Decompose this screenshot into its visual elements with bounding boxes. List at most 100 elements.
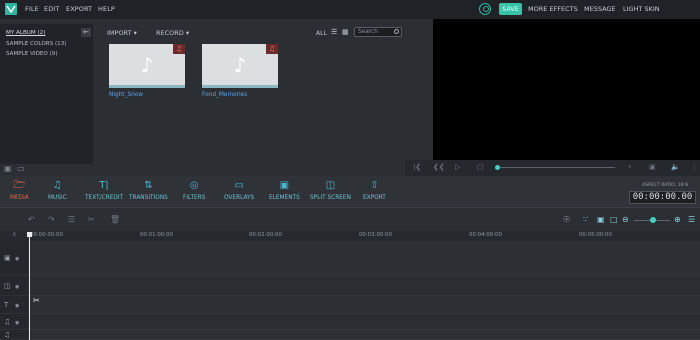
eye-icon[interactable]: ◉ — [15, 284, 19, 290]
text-track-icon: T — [4, 301, 9, 309]
playback-controls: |❮ ❮❮ ▷ □ ⚬ ▣ 🔈 ⋮ — [405, 160, 700, 176]
voiceover-mic-icon[interactable]: ⚬ — [627, 163, 633, 171]
camera-icon[interactable]: ▭ — [17, 164, 25, 173]
list-view-icon[interactable]: ☰ — [331, 28, 337, 36]
audio-badge-icon: ♫ — [173, 44, 185, 54]
media-thumb-night-snow[interactable]: ♪ ♫ — [109, 44, 185, 88]
more-effects-link[interactable]: MORE EFFECTS — [528, 5, 578, 13]
media-thumb-fond-memories[interactable]: ♪ ♫ — [202, 44, 278, 88]
stop-icon[interactable]: □ — [477, 163, 484, 171]
play-icon[interactable]: ▷ — [455, 163, 460, 171]
overlays-icon: ▭ — [234, 180, 244, 191]
cut-icon[interactable]: ✂ — [88, 215, 95, 224]
media-tools: ▣ ▭ — [4, 164, 25, 173]
playback-knob[interactable] — [495, 165, 500, 170]
playhead[interactable] — [29, 236, 30, 340]
album-sample-video[interactable]: SAMPLE VIDEO (9) — [6, 51, 58, 57]
audio-track-icon: ♫ — [4, 331, 11, 339]
timeline-lock-icon[interactable]: ⚓ — [12, 232, 17, 238]
filter-all[interactable]: ALL — [316, 30, 327, 37]
tab-split-screen[interactable]: ◫ SPLIT SCREEN — [310, 180, 351, 201]
track-head-overlay: ◫ ◉ — [0, 276, 28, 296]
album-sample-colors[interactable]: SAMPLE COLORS (13) — [6, 41, 66, 47]
adjust-icon[interactable]: ☰ — [68, 215, 75, 224]
tab-elements[interactable]: ▣ ELEMENTS — [269, 180, 300, 201]
audio-mixer-icon[interactable]: ∵ — [583, 215, 588, 224]
rewind-icon[interactable]: ❮❮ — [433, 163, 445, 171]
audio-track[interactable] — [28, 330, 700, 340]
track-head-video: ▣ ◉ — [0, 241, 28, 276]
music-track[interactable] — [28, 314, 700, 330]
scissors-icon[interactable]: ✂ — [33, 296, 40, 305]
text-track[interactable] — [28, 296, 700, 314]
zoom-knob[interactable] — [650, 217, 656, 223]
timeline-toolbar: ↶ ↷ ☰ ✂ 🗑 ☉ ∵ ▣ □ ⊖ ⊕ ☰ — [0, 207, 700, 231]
filters-icon: ◎ — [189, 180, 199, 191]
delete-icon[interactable]: 🗑 — [110, 215, 120, 224]
message-link[interactable]: MESSAGE — [584, 5, 616, 13]
track-head-audio: ♫ — [0, 330, 28, 340]
album-my-album[interactable]: MY ALBUM (2) — [6, 30, 45, 36]
eye-icon[interactable]: ◉ — [15, 256, 19, 262]
step-back-icon[interactable]: |❮ — [413, 163, 421, 171]
fullscreen-icon[interactable]: ⋮ — [691, 163, 698, 171]
collapse-sidebar-button[interactable]: ← — [81, 28, 91, 37]
track-manager-icon[interactable]: ☰ — [688, 215, 695, 224]
tab-transitions[interactable]: ⇅ TRANSITIONS — [129, 180, 168, 201]
volume-icon[interactable]: ◉ — [15, 320, 19, 326]
overlay-track[interactable] — [28, 276, 700, 296]
record-dropdown[interactable]: RECORD ▾ — [156, 29, 189, 37]
overlay-track-icon: ◫ — [4, 282, 11, 290]
main-toolbar: 🗁 MEDIA ♫ MUSIC T| TEXT/CREDIT ⇅ TRANSIT… — [0, 176, 700, 207]
volume-icon[interactable]: 🔈 — [671, 163, 680, 171]
timeline-ruler[interactable]: ⚓ 00:00:00:00 00:01:00:00 00:02:00:00 00… — [0, 231, 700, 241]
user-icon[interactable] — [479, 3, 491, 15]
snapshot-tl-icon[interactable]: ▣ — [597, 215, 605, 224]
menu-export[interactable]: EXPORT — [66, 5, 92, 13]
tab-export-label: EXPORT — [363, 195, 386, 201]
light-skin-link[interactable]: LIGHT SKIN — [623, 5, 660, 13]
record-label: RECORD — [156, 29, 184, 37]
save-button[interactable]: SAVE — [499, 3, 522, 15]
media-label: Fond_Memories — [202, 92, 248, 98]
media-label: Night_Snow — [109, 92, 144, 98]
menu-edit[interactable]: EDIT — [44, 5, 59, 13]
add-media-icon[interactable]: ▣ — [4, 164, 12, 173]
album-sidebar: MY ALBUM (2) SAMPLE COLORS (13) SAMPLE V… — [0, 24, 93, 164]
tab-export[interactable]: ⇧ EXPORT — [363, 180, 386, 201]
audio-badge-icon: ♫ — [266, 44, 278, 54]
search-placeholder: Search — [358, 29, 378, 35]
import-dropdown[interactable]: IMPORT ▾ — [107, 29, 137, 37]
export-icon: ⇧ — [370, 180, 379, 191]
search-input[interactable]: Search — [354, 27, 402, 37]
folder-icon: 🗁 — [13, 180, 26, 191]
ruler-tick: 00:03:00:00 — [359, 232, 392, 238]
tab-text-credit[interactable]: T| TEXT/CREDIT — [85, 180, 123, 201]
speed-icon[interactable]: ☉ — [563, 215, 570, 224]
tab-elements-label: ELEMENTS — [269, 195, 300, 201]
video-track[interactable] — [28, 241, 700, 276]
tab-media[interactable]: 🗁 MEDIA — [5, 176, 34, 205]
menu-file[interactable]: FILE — [25, 5, 39, 13]
tab-music[interactable]: ♫ MUSIC — [48, 180, 67, 201]
tab-overlays-label: OVERLAYS — [224, 195, 255, 201]
aspect-ratio-label[interactable]: ASPECT RATIO: 16:9 — [642, 183, 688, 188]
tab-transitions-label: TRANSITIONS — [129, 195, 168, 201]
undo-icon[interactable]: ↶ — [28, 215, 35, 224]
playback-progress-bar[interactable] — [497, 167, 615, 168]
redo-icon[interactable]: ↷ — [48, 215, 55, 224]
track-head-text: T ◉ — [0, 296, 28, 314]
zoom-fit-icon[interactable]: □ — [610, 215, 618, 224]
menu-help[interactable]: HELP — [98, 5, 115, 13]
zoom-in-icon[interactable]: ⊕ — [674, 215, 681, 224]
tab-overlays[interactable]: ▭ OVERLAYS — [224, 180, 254, 201]
tab-filters[interactable]: ◎ FILTERS — [183, 180, 205, 201]
grid-view-icon[interactable]: ▦ — [342, 28, 349, 36]
zoom-out-icon[interactable]: ⊖ — [622, 215, 629, 224]
media-library: IMPORT ▾ RECORD ▾ ALL ☰ ▦ Search ♪ ♫ Nig… — [95, 24, 405, 164]
snapshot-icon[interactable]: ▣ — [649, 163, 656, 171]
ruler-tick: 00:01:00:00 — [140, 232, 173, 238]
eye-icon[interactable]: ◉ — [15, 303, 19, 309]
menu-bar: FILE EDIT EXPORT HELP SAVE MORE EFFECTS … — [0, 0, 700, 19]
app-logo-icon — [5, 3, 17, 15]
